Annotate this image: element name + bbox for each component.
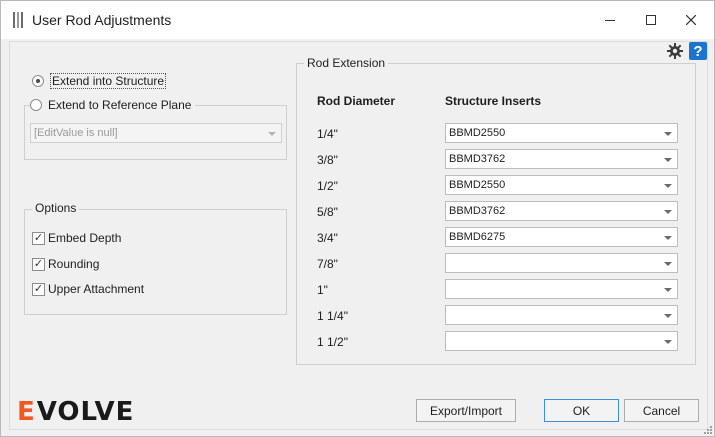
extend-plane-label: Extend to Reference Plane — [48, 98, 192, 112]
rod-diameter-label: 3/4" — [317, 231, 338, 245]
insert-combo[interactable]: BBMD3762 — [445, 149, 678, 169]
chevron-down-icon — [664, 340, 672, 344]
embed-depth-option[interactable]: ✓ Embed Depth — [32, 231, 121, 245]
extend-structure-label: Extend into Structure — [50, 73, 167, 89]
rod-diameter-label: 1" — [317, 283, 328, 297]
insert-combo[interactable] — [445, 253, 678, 273]
extend-structure-option[interactable]: Extend into Structure — [32, 73, 167, 89]
rod-diameter-label: 7/8" — [317, 257, 338, 271]
maximize-icon — [646, 15, 656, 25]
chevron-down-icon — [664, 158, 672, 162]
embed-depth-label: Embed Depth — [48, 231, 122, 245]
options-legend: Options — [32, 201, 80, 215]
logo-text: VOLVE — [36, 397, 135, 427]
rod-diameter-label: 1/4" — [317, 127, 338, 141]
rod-diameter-label: 1 1/4" — [317, 309, 348, 323]
close-icon — [686, 15, 696, 25]
chevron-down-icon — [664, 184, 672, 188]
reference-plane-value: [EditValue is null] — [34, 127, 118, 139]
upper-attachment-option[interactable]: ✓ Upper Attachment — [32, 282, 144, 296]
rod-diameter-label: 1 1/2" — [317, 335, 348, 349]
chevron-down-icon — [664, 314, 672, 318]
insert-value: BBMD3762 — [449, 205, 506, 217]
structure-inserts-header: Structure Inserts — [445, 94, 542, 108]
ok-button[interactable]: OK — [544, 399, 619, 422]
embed-depth-checkbox[interactable]: ✓ — [32, 231, 45, 245]
evolve-logo: E VOLVE — [17, 397, 134, 427]
minimize-button[interactable] — [593, 5, 627, 35]
rod-diameter-label: 1/2" — [317, 179, 338, 193]
insert-value: BBMD3762 — [449, 153, 506, 165]
rod-extension-legend: Rod Extension — [304, 56, 389, 70]
insert-value: BBMD2550 — [449, 127, 506, 139]
radio-extend-structure[interactable] — [32, 75, 44, 87]
minimize-icon — [605, 20, 615, 21]
insert-combo[interactable]: BBMD2550 — [445, 175, 678, 195]
chevron-down-icon — [664, 288, 672, 292]
logo-e: E — [17, 397, 36, 427]
insert-combo[interactable]: BBMD3762 — [445, 201, 678, 221]
insert-value: BBMD2550 — [449, 179, 506, 191]
resize-grip-icon[interactable] — [702, 424, 712, 434]
insert-combo[interactable]: BBMD2550 — [445, 123, 678, 143]
export-import-button[interactable]: Export/Import — [416, 399, 516, 422]
insert-combo[interactable] — [445, 331, 678, 351]
window-title: User Rod Adjustments — [32, 12, 172, 28]
insert-combo[interactable] — [445, 279, 678, 299]
help-icon[interactable]: ? — [689, 42, 707, 60]
cancel-button[interactable]: Cancel — [624, 399, 699, 422]
rounding-checkbox[interactable]: ✓ — [32, 257, 45, 271]
chevron-down-icon — [664, 210, 672, 214]
chevron-down-icon — [268, 132, 276, 136]
chevron-down-icon — [664, 132, 672, 136]
dialog-window: User Rod Adjustments ? Extend into Struc… — [0, 0, 715, 437]
radio-extend-plane[interactable] — [30, 99, 42, 111]
upper-attachment-label: Upper Attachment — [48, 282, 145, 296]
upper-attachment-checkbox[interactable]: ✓ — [32, 282, 45, 296]
rounding-label: Rounding — [48, 257, 100, 271]
rod-icon — [13, 12, 23, 28]
rod-diameter-label: 5/8" — [317, 205, 338, 219]
rod-diameter-label: 3/8" — [317, 153, 338, 167]
extend-plane-option[interactable]: Extend to Reference Plane — [30, 98, 196, 112]
chevron-down-icon — [664, 262, 672, 266]
reference-plane-combo[interactable]: [EditValue is null] — [30, 123, 282, 143]
insert-combo[interactable] — [445, 305, 678, 325]
close-button[interactable] — [674, 5, 708, 35]
gear-icon[interactable] — [667, 43, 683, 59]
rod-diameter-header: Rod Diameter — [317, 94, 396, 108]
rounding-option[interactable]: ✓ Rounding — [32, 257, 99, 271]
insert-combo[interactable]: BBMD6275 — [445, 227, 678, 247]
insert-value: BBMD6275 — [449, 231, 506, 243]
chevron-down-icon — [664, 236, 672, 240]
title-bar[interactable]: User Rod Adjustments — [1, 1, 714, 39]
maximize-button[interactable] — [634, 5, 668, 35]
